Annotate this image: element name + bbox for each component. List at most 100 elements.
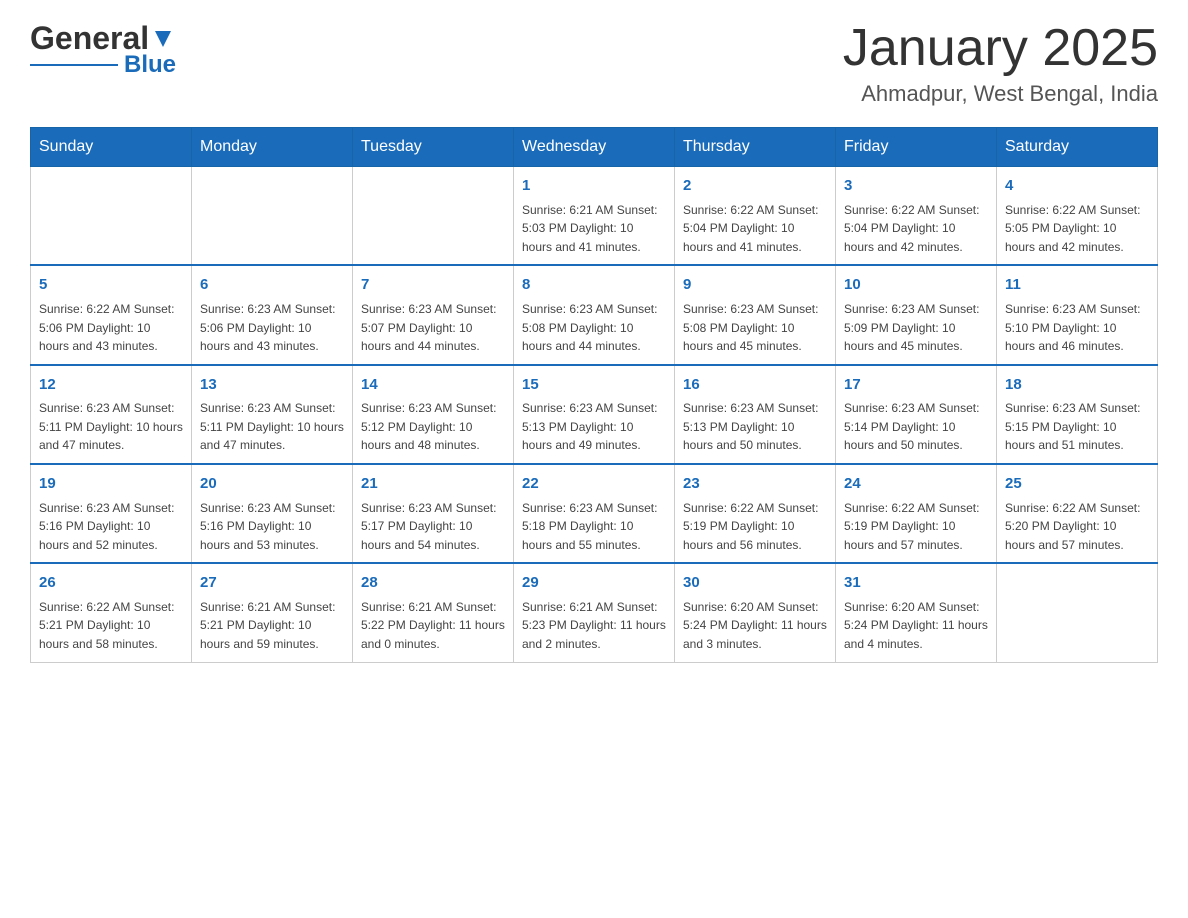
- day-number: 4: [1005, 175, 1149, 198]
- day-number: 5: [39, 274, 183, 297]
- calendar-cell: 4 Sunrise: 6:22 AM Sunset: 5:05 PM Daylig…: [997, 167, 1158, 266]
- day-number: 16: [683, 374, 827, 397]
- title-area: January 2025 Ahmadpur, West Bengal, Indi…: [843, 20, 1158, 107]
- day-number: 11: [1005, 274, 1149, 297]
- calendar-cell: [31, 167, 192, 266]
- calendar-cell: 28Sunrise: 6:21 AM Sunset: 5:22 PM Dayli…: [353, 563, 514, 662]
- calendar-cell: 19Sunrise: 6:23 AM Sunset: 5:16 PM Dayli…: [31, 464, 192, 563]
- weekday-header-monday: Monday: [192, 128, 353, 167]
- calendar-cell: 6 Sunrise: 6:23 AM Sunset: 5:06 PM Daylig…: [192, 265, 353, 364]
- calendar-cell: [192, 167, 353, 266]
- day-info: Sunrise: 6:23 AM Sunset: 5:08 PM Dayligh…: [522, 300, 666, 356]
- logo: General Blue: [30, 20, 176, 79]
- day-number: 7: [361, 274, 505, 297]
- day-info: Sunrise: 6:23 AM Sunset: 5:15 PM Dayligh…: [1005, 399, 1149, 455]
- calendar-cell: 1 Sunrise: 6:21 AM Sunset: 5:03 PM Daylig…: [514, 167, 675, 266]
- calendar-week-3: 12Sunrise: 6:23 AM Sunset: 5:11 PM Dayli…: [31, 365, 1158, 464]
- weekday-header-sunday: Sunday: [31, 128, 192, 167]
- day-info: Sunrise: 6:21 AM Sunset: 5:23 PM Dayligh…: [522, 598, 666, 654]
- calendar-week-1: 1 Sunrise: 6:21 AM Sunset: 5:03 PM Daylig…: [31, 167, 1158, 266]
- day-number: 23: [683, 473, 827, 496]
- day-info: Sunrise: 6:23 AM Sunset: 5:10 PM Dayligh…: [1005, 300, 1149, 356]
- day-info: Sunrise: 6:23 AM Sunset: 5:13 PM Dayligh…: [522, 399, 666, 455]
- day-info: Sunrise: 6:22 AM Sunset: 5:21 PM Dayligh…: [39, 598, 183, 654]
- day-info: Sunrise: 6:22 AM Sunset: 5:20 PM Dayligh…: [1005, 499, 1149, 555]
- day-number: 8: [522, 274, 666, 297]
- calendar-cell: 8 Sunrise: 6:23 AM Sunset: 5:08 PM Daylig…: [514, 265, 675, 364]
- calendar-cell: 12Sunrise: 6:23 AM Sunset: 5:11 PM Dayli…: [31, 365, 192, 464]
- calendar-cell: 21 Sunrise: 6:23 AM Sunset: 5:17 PM Dayli…: [353, 464, 514, 563]
- day-number: 13: [200, 374, 344, 397]
- day-info: Sunrise: 6:23 AM Sunset: 5:06 PM Dayligh…: [200, 300, 344, 356]
- logo-underline: [30, 64, 118, 67]
- calendar-cell: 27 Sunrise: 6:21 AM Sunset: 5:21 PM Dayli…: [192, 563, 353, 662]
- day-number: 26: [39, 572, 183, 595]
- day-number: 18: [1005, 374, 1149, 397]
- day-info: Sunrise: 6:21 AM Sunset: 5:03 PM Dayligh…: [522, 201, 666, 257]
- day-number: 28: [361, 572, 505, 595]
- calendar-week-4: 19Sunrise: 6:23 AM Sunset: 5:16 PM Dayli…: [31, 464, 1158, 563]
- day-info: Sunrise: 6:22 AM Sunset: 5:05 PM Dayligh…: [1005, 201, 1149, 257]
- calendar-cell: 14Sunrise: 6:23 AM Sunset: 5:12 PM Dayli…: [353, 365, 514, 464]
- calendar-cell: 9Sunrise: 6:23 AM Sunset: 5:08 PM Daylig…: [675, 265, 836, 364]
- calendar-cell: 22 Sunrise: 6:23 AM Sunset: 5:18 PM Dayli…: [514, 464, 675, 563]
- day-info: Sunrise: 6:22 AM Sunset: 5:19 PM Dayligh…: [844, 499, 988, 555]
- logo-triangle-icon: [151, 27, 175, 51]
- page-subtitle: Ahmadpur, West Bengal, India: [843, 81, 1158, 107]
- page-header: General Blue January 2025 Ahmadpur, West…: [30, 20, 1158, 107]
- calendar-week-5: 26 Sunrise: 6:22 AM Sunset: 5:21 PM Dayli…: [31, 563, 1158, 662]
- day-number: 24: [844, 473, 988, 496]
- calendar-cell: 20 Sunrise: 6:23 AM Sunset: 5:16 PM Dayli…: [192, 464, 353, 563]
- calendar-cell: 3Sunrise: 6:22 AM Sunset: 5:04 PM Daylig…: [836, 167, 997, 266]
- day-info: Sunrise: 6:20 AM Sunset: 5:24 PM Dayligh…: [844, 598, 988, 654]
- day-info: Sunrise: 6:22 AM Sunset: 5:06 PM Dayligh…: [39, 300, 183, 356]
- day-info: Sunrise: 6:23 AM Sunset: 5:07 PM Dayligh…: [361, 300, 505, 356]
- day-info: Sunrise: 6:23 AM Sunset: 5:16 PM Dayligh…: [39, 499, 183, 555]
- day-number: 29: [522, 572, 666, 595]
- calendar-cell: 26 Sunrise: 6:22 AM Sunset: 5:21 PM Dayli…: [31, 563, 192, 662]
- day-number: 1: [522, 175, 666, 198]
- calendar-cell: 16Sunrise: 6:23 AM Sunset: 5:13 PM Dayli…: [675, 365, 836, 464]
- calendar-cell: 31 Sunrise: 6:20 AM Sunset: 5:24 PM Dayli…: [836, 563, 997, 662]
- calendar-cell: 2 Sunrise: 6:22 AM Sunset: 5:04 PM Daylig…: [675, 167, 836, 266]
- calendar-cell: 7 Sunrise: 6:23 AM Sunset: 5:07 PM Daylig…: [353, 265, 514, 364]
- day-number: 21: [361, 473, 505, 496]
- logo-blue: Blue: [124, 51, 176, 79]
- day-number: 31: [844, 572, 988, 595]
- day-number: 6: [200, 274, 344, 297]
- day-info: Sunrise: 6:23 AM Sunset: 5:11 PM Dayligh…: [39, 399, 183, 455]
- day-info: Sunrise: 6:21 AM Sunset: 5:21 PM Dayligh…: [200, 598, 344, 654]
- calendar-cell: 29 Sunrise: 6:21 AM Sunset: 5:23 PM Dayli…: [514, 563, 675, 662]
- calendar-cell: 24 Sunrise: 6:22 AM Sunset: 5:19 PM Dayli…: [836, 464, 997, 563]
- day-info: Sunrise: 6:23 AM Sunset: 5:16 PM Dayligh…: [200, 499, 344, 555]
- calendar-cell: 18Sunrise: 6:23 AM Sunset: 5:15 PM Dayli…: [997, 365, 1158, 464]
- day-info: Sunrise: 6:22 AM Sunset: 5:04 PM Dayligh…: [683, 201, 827, 257]
- calendar-week-2: 5 Sunrise: 6:22 AM Sunset: 5:06 PM Daylig…: [31, 265, 1158, 364]
- page-title: January 2025: [843, 20, 1158, 77]
- calendar-cell: 5 Sunrise: 6:22 AM Sunset: 5:06 PM Daylig…: [31, 265, 192, 364]
- calendar-header-row: SundayMondayTuesdayWednesdayThursdayFrid…: [31, 128, 1158, 167]
- day-number: 22: [522, 473, 666, 496]
- calendar-cell: [353, 167, 514, 266]
- calendar-cell: 11 Sunrise: 6:23 AM Sunset: 5:10 PM Dayli…: [997, 265, 1158, 364]
- day-number: 20: [200, 473, 344, 496]
- day-info: Sunrise: 6:23 AM Sunset: 5:11 PM Dayligh…: [200, 399, 344, 455]
- day-number: 15: [522, 374, 666, 397]
- weekday-header-saturday: Saturday: [997, 128, 1158, 167]
- day-info: Sunrise: 6:23 AM Sunset: 5:14 PM Dayligh…: [844, 399, 988, 455]
- day-number: 2: [683, 175, 827, 198]
- day-number: 12: [39, 374, 183, 397]
- day-info: Sunrise: 6:23 AM Sunset: 5:17 PM Dayligh…: [361, 499, 505, 555]
- day-number: 30: [683, 572, 827, 595]
- day-number: 10: [844, 274, 988, 297]
- weekday-header-tuesday: Tuesday: [353, 128, 514, 167]
- day-info: Sunrise: 6:23 AM Sunset: 5:08 PM Dayligh…: [683, 300, 827, 356]
- day-number: 27: [200, 572, 344, 595]
- calendar-cell: 13Sunrise: 6:23 AM Sunset: 5:11 PM Dayli…: [192, 365, 353, 464]
- day-info: Sunrise: 6:23 AM Sunset: 5:18 PM Dayligh…: [522, 499, 666, 555]
- calendar-cell: 30 Sunrise: 6:20 AM Sunset: 5:24 PM Dayli…: [675, 563, 836, 662]
- calendar-cell: 17Sunrise: 6:23 AM Sunset: 5:14 PM Dayli…: [836, 365, 997, 464]
- calendar-cell: 25Sunrise: 6:22 AM Sunset: 5:20 PM Dayli…: [997, 464, 1158, 563]
- day-number: 3: [844, 175, 988, 198]
- day-info: Sunrise: 6:20 AM Sunset: 5:24 PM Dayligh…: [683, 598, 827, 654]
